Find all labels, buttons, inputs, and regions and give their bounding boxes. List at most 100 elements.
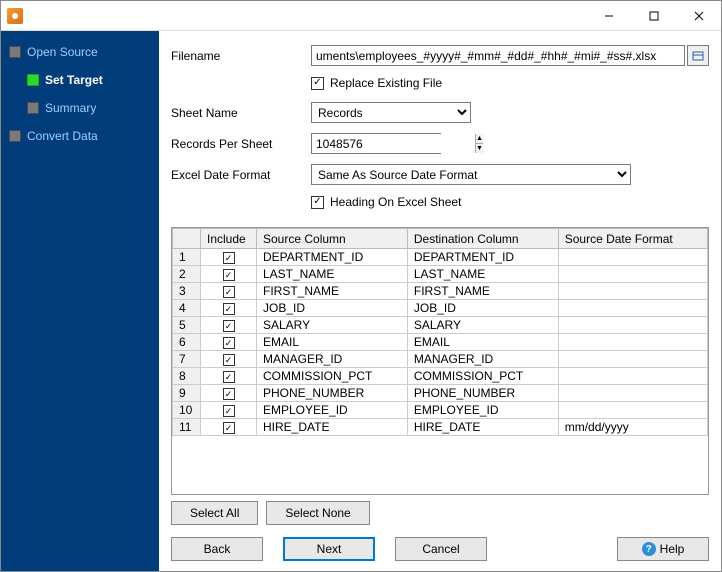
sheetname-select[interactable]: Records <box>311 102 471 123</box>
include-cell <box>201 351 257 368</box>
datefmt-cell[interactable] <box>558 300 707 317</box>
source-cell[interactable]: DEPARTMENT_ID <box>257 249 408 266</box>
header-rownum[interactable] <box>173 229 201 249</box>
source-cell[interactable]: MANAGER_ID <box>257 351 408 368</box>
source-cell[interactable]: EMAIL <box>257 334 408 351</box>
dest-cell[interactable]: EMPLOYEE_ID <box>407 402 558 419</box>
cancel-button[interactable]: Cancel <box>395 537 487 561</box>
include-checkbox[interactable] <box>223 320 235 332</box>
sidebar-item-label: Set Target <box>45 73 103 87</box>
dest-cell[interactable]: FIRST_NAME <box>407 283 558 300</box>
table-row[interactable]: 6EMAILEMAIL <box>173 334 708 351</box>
source-cell[interactable]: COMMISSION_PCT <box>257 368 408 385</box>
include-checkbox[interactable] <box>223 405 235 417</box>
sidebar: Open Source Set Target Summary Convert Data <box>1 31 159 571</box>
select-all-button[interactable]: Select All <box>171 501 258 525</box>
include-checkbox[interactable] <box>223 286 235 298</box>
dest-cell[interactable]: DEPARTMENT_ID <box>407 249 558 266</box>
source-cell[interactable]: JOB_ID <box>257 300 408 317</box>
dest-cell[interactable]: MANAGER_ID <box>407 351 558 368</box>
next-button[interactable]: Next <box>283 537 375 561</box>
help-button[interactable]: ? Help <box>617 537 709 561</box>
header-datefmt[interactable]: Source Date Format <box>558 229 707 249</box>
datefmt-cell[interactable] <box>558 368 707 385</box>
content-area: Filename Replace Existing File Sheet Nam… <box>159 31 721 571</box>
include-checkbox[interactable] <box>223 371 235 383</box>
table-row[interactable]: 10EMPLOYEE_IDEMPLOYEE_ID <box>173 402 708 419</box>
datefmt-cell[interactable] <box>558 351 707 368</box>
dateformat-select[interactable]: Same As Source Date Format <box>311 164 631 185</box>
dest-cell[interactable]: HIRE_DATE <box>407 419 558 436</box>
nav-step-icon <box>9 130 21 142</box>
include-checkbox[interactable] <box>223 422 235 434</box>
source-cell[interactable]: EMPLOYEE_ID <box>257 402 408 419</box>
source-cell[interactable]: PHONE_NUMBER <box>257 385 408 402</box>
maximize-button[interactable] <box>631 1 676 30</box>
help-icon: ? <box>642 542 656 556</box>
datefmt-cell[interactable] <box>558 266 707 283</box>
header-source[interactable]: Source Column <box>257 229 408 249</box>
back-button[interactable]: Back <box>171 537 263 561</box>
datefmt-cell[interactable]: mm/dd/yyyy <box>558 419 707 436</box>
datefmt-cell[interactable] <box>558 317 707 334</box>
source-cell[interactable]: HIRE_DATE <box>257 419 408 436</box>
include-checkbox[interactable] <box>223 388 235 400</box>
table-row[interactable]: 2 LAST_NAMELAST_NAME <box>173 266 708 283</box>
sidebar-item-convert-data[interactable]: Convert Data <box>7 125 153 147</box>
records-up-button[interactable]: ▲ <box>476 134 483 144</box>
records-down-button[interactable]: ▼ <box>476 144 483 153</box>
datefmt-cell[interactable] <box>558 402 707 419</box>
select-none-button[interactable]: Select None <box>266 501 369 525</box>
datefmt-cell[interactable] <box>558 334 707 351</box>
minimize-button[interactable] <box>586 1 631 30</box>
dest-cell[interactable]: LAST_NAME <box>407 266 558 283</box>
table-row[interactable]: 11HIRE_DATEHIRE_DATEmm/dd/yyyy <box>173 419 708 436</box>
rownum-cell: 1 <box>173 249 201 266</box>
dest-cell[interactable]: JOB_ID <box>407 300 558 317</box>
include-cell <box>201 334 257 351</box>
source-cell[interactable]: SALARY <box>257 317 408 334</box>
sidebar-item-open-source[interactable]: Open Source <box>7 41 153 63</box>
dest-cell[interactable]: COMMISSION_PCT <box>407 368 558 385</box>
sidebar-item-set-target[interactable]: Set Target <box>25 69 153 91</box>
close-button[interactable] <box>676 1 721 30</box>
include-checkbox[interactable] <box>223 269 235 281</box>
include-checkbox[interactable] <box>223 252 235 264</box>
filename-input[interactable] <box>311 45 685 66</box>
help-label: Help <box>660 542 685 556</box>
nav-step-icon <box>27 102 39 114</box>
sheetname-label: Sheet Name <box>171 106 311 120</box>
nav-step-icon <box>27 74 39 86</box>
datefmt-cell[interactable] <box>558 385 707 402</box>
table-row[interactable]: 1 DEPARTMENT_IDDEPARTMENT_ID <box>173 249 708 266</box>
table-row[interactable]: 4JOB_IDJOB_ID <box>173 300 708 317</box>
rownum-cell: 2 <box>173 266 201 283</box>
maximize-icon <box>649 11 659 21</box>
table-row[interactable]: 5SALARYSALARY <box>173 317 708 334</box>
datefmt-cell[interactable] <box>558 283 707 300</box>
records-input[interactable] <box>312 134 475 153</box>
include-checkbox[interactable] <box>223 354 235 366</box>
browse-button[interactable] <box>687 45 709 66</box>
include-checkbox[interactable] <box>223 337 235 349</box>
header-include[interactable]: Include <box>201 229 257 249</box>
browse-icon <box>692 50 704 62</box>
dest-cell[interactable]: PHONE_NUMBER <box>407 385 558 402</box>
table-row[interactable]: 8 COMMISSION_PCTCOMMISSION_PCT <box>173 368 708 385</box>
include-cell <box>201 385 257 402</box>
dest-cell[interactable]: SALARY <box>407 317 558 334</box>
replace-existing-label: Replace Existing File <box>330 76 442 90</box>
table-row[interactable]: 9PHONE_NUMBERPHONE_NUMBER <box>173 385 708 402</box>
source-cell[interactable]: FIRST_NAME <box>257 283 408 300</box>
replace-existing-checkbox[interactable] <box>311 77 324 90</box>
rownum-cell: 8 <box>173 368 201 385</box>
header-dest[interactable]: Destination Column <box>407 229 558 249</box>
datefmt-cell[interactable] <box>558 249 707 266</box>
source-cell[interactable]: LAST_NAME <box>257 266 408 283</box>
heading-checkbox[interactable] <box>311 196 324 209</box>
table-row[interactable]: 7MANAGER_IDMANAGER_ID <box>173 351 708 368</box>
sidebar-item-summary[interactable]: Summary <box>25 97 153 119</box>
include-checkbox[interactable] <box>223 303 235 315</box>
dest-cell[interactable]: EMAIL <box>407 334 558 351</box>
table-row[interactable]: 3FIRST_NAMEFIRST_NAME <box>173 283 708 300</box>
